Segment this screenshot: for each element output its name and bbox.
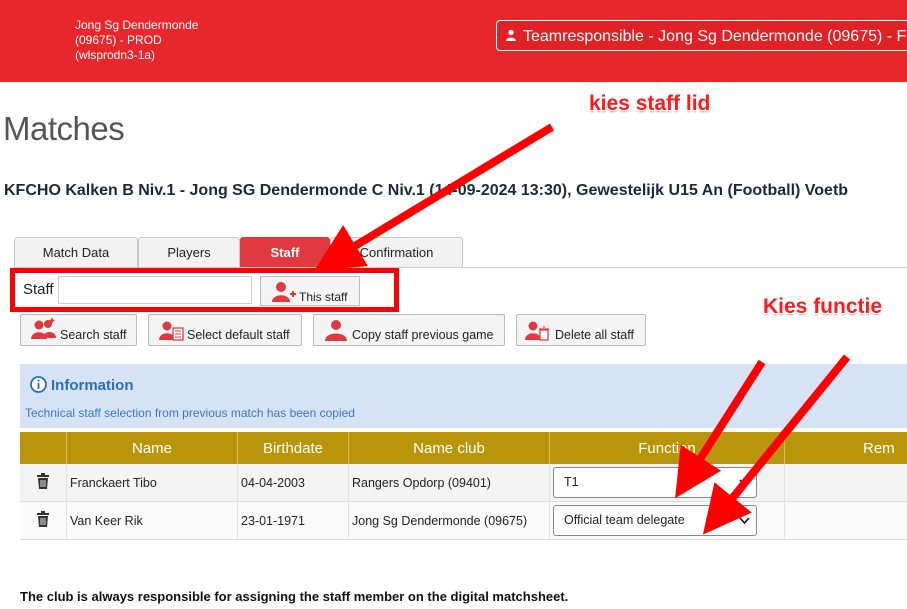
col-header-function: Function (549, 432, 785, 464)
col-header-name: Name (66, 432, 238, 464)
table-row: Van Keer Rik 23-01-1971 Jong Sg Dendermo… (20, 501, 907, 540)
user-icon (505, 21, 519, 50)
staff-birthdate: 04-04-2003 (237, 464, 349, 502)
staff-name: Franckaert Tibo (66, 464, 238, 502)
club-info: Jong Sg Dendermonde (09675) - PROD (wlsp… (75, 18, 198, 63)
col-header-birthdate: Birthdate (237, 432, 349, 464)
footer-note: The club is always responsible for assig… (20, 589, 569, 604)
staff-club: Rangers Opdorp (09401) (348, 464, 550, 502)
col-header-remarks: Rem (784, 432, 907, 464)
select-default-staff-button[interactable]: Select default staff (148, 314, 302, 346)
info-title-text: Information (51, 377, 134, 394)
staff-table: Name Birthdate Name club Function Rem Fr… (20, 432, 907, 540)
function-select-value: T1 (564, 475, 579, 489)
staff-function-cell: T1 (549, 464, 785, 502)
club-number: (09675) - PROD (75, 33, 162, 47)
copy-staff-previous-button[interactable]: Copy staff previous game (313, 314, 505, 346)
chevron-down-icon (739, 468, 750, 509)
delete-row-cell (20, 464, 67, 502)
table-header-row: Name Birthdate Name club Function Rem (20, 432, 907, 464)
club-name: Jong Sg Dendermonde (75, 18, 199, 32)
page-title: Matches (3, 110, 125, 147)
col-header-club: Name club (348, 432, 550, 464)
trash-icon[interactable] (35, 472, 51, 493)
staff-birthdate: 23-01-1971 (237, 501, 349, 540)
trash-icon[interactable] (35, 510, 51, 531)
server-id: (wlsprodn3-1a) (75, 48, 156, 62)
tab-staff[interactable]: Staff (240, 237, 330, 267)
role-label: Teamresponsible - Jong Sg Dendermonde (0… (523, 28, 907, 45)
role-menu-button[interactable]: Teamresponsible - Jong Sg Dendermonde (0… (496, 20, 907, 51)
function-select[interactable]: Official team delegate (553, 505, 757, 536)
delete-row-cell (20, 501, 67, 540)
info-icon (30, 376, 47, 397)
delete-user-icon (525, 319, 551, 346)
function-select[interactable]: T1 (553, 467, 757, 498)
select-default-staff-label: Select default staff (187, 328, 290, 342)
info-text: Technical staff selection from previous … (25, 406, 355, 420)
function-select-value: Official team delegate (564, 513, 685, 527)
table-row: Franckaert Tibo 04-04-2003 Rangers Opdor… (20, 464, 907, 502)
search-staff-label: Search staff (60, 328, 127, 342)
search-users-icon (31, 317, 59, 344)
info-title: Information (30, 376, 134, 397)
search-staff-button[interactable]: Search staff (20, 314, 137, 346)
tab-players[interactable]: Players (138, 237, 240, 267)
annotation-pick-staff: kies staff lid (589, 92, 711, 115)
top-header: Jong Sg Dendermonde (09675) - PROD (wlsp… (0, 0, 907, 82)
copy-staff-previous-label: Copy staff previous game (352, 328, 494, 342)
tab-confirmation[interactable]: Confirmation (330, 237, 463, 267)
user-list-icon (159, 319, 185, 346)
tab-match-data[interactable]: Match Data (14, 237, 138, 267)
staff-remarks (784, 464, 907, 502)
delete-all-staff-label: Delete all staff (555, 328, 634, 342)
staff-club: Jong Sg Dendermonde (09675) (348, 501, 550, 540)
staff-remarks (784, 501, 907, 540)
user-icon (324, 318, 348, 345)
staff-selection-highlight (10, 268, 399, 312)
staff-function-cell: Official team delegate (549, 501, 785, 540)
match-title: KFCHO Kalken B Niv.1 - Jong SG Dendermon… (4, 182, 849, 199)
col-header-actions (20, 432, 67, 464)
chevron-down-icon (739, 506, 750, 547)
staff-name: Van Keer Rik (66, 501, 238, 540)
annotation-pick-function: Kies functie (763, 295, 883, 318)
delete-all-staff-button[interactable]: Delete all staff (516, 314, 646, 346)
